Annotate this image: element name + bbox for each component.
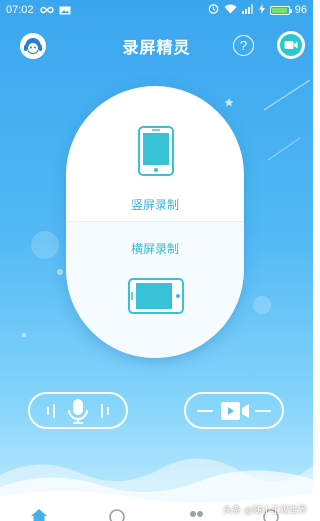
landscape-record-label: 横屏录制 bbox=[130, 242, 179, 256]
tab-home[interactable] bbox=[30, 507, 48, 521]
video-camera-icon bbox=[197, 401, 271, 420]
battery-percent: 96 bbox=[294, 4, 307, 16]
title-bar: 录屏精灵 ? bbox=[0, 26, 313, 64]
battery-icon bbox=[269, 5, 292, 15]
help-button[interactable]: ? bbox=[233, 35, 254, 56]
infinity-icon bbox=[39, 6, 54, 14]
status-time: 07:02 bbox=[6, 4, 34, 16]
landscape-phone-icon bbox=[128, 278, 184, 314]
landscape-record-button[interactable]: 横屏录制 bbox=[66, 222, 244, 358]
image-icon bbox=[59, 6, 71, 15]
people-icon bbox=[190, 511, 203, 517]
audio-record-button[interactable] bbox=[28, 392, 128, 429]
app-screen: 07:02 96 录屏精灵 ? 竖屏录制 横屏录制 头条 @随小王观世界 bbox=[0, 0, 313, 521]
portrait-phone-icon bbox=[138, 126, 174, 176]
microphone-icon bbox=[47, 398, 109, 424]
signal-icon bbox=[241, 3, 254, 17]
clock-icon bbox=[109, 509, 125, 521]
home-icon bbox=[31, 509, 47, 521]
alarm-icon bbox=[208, 3, 219, 17]
tab-community[interactable] bbox=[186, 507, 206, 521]
record-mode-card: 竖屏录制 横屏录制 bbox=[66, 86, 244, 358]
charging-icon bbox=[258, 3, 265, 17]
video-camera-icon bbox=[280, 34, 302, 56]
tab-history[interactable] bbox=[108, 507, 126, 521]
portrait-record-button[interactable]: 竖屏录制 bbox=[66, 86, 244, 222]
page-title: 录屏精灵 bbox=[122, 38, 191, 57]
wifi-icon bbox=[224, 4, 237, 17]
video-record-button[interactable] bbox=[184, 392, 284, 429]
screen-record-button[interactable] bbox=[277, 31, 305, 59]
portrait-record-label: 竖屏录制 bbox=[130, 198, 179, 212]
watermark: 头条 @随小王观世界 bbox=[223, 506, 307, 516]
cloud-decoration bbox=[0, 458, 313, 505]
status-bar: 07:02 96 bbox=[0, 0, 313, 20]
